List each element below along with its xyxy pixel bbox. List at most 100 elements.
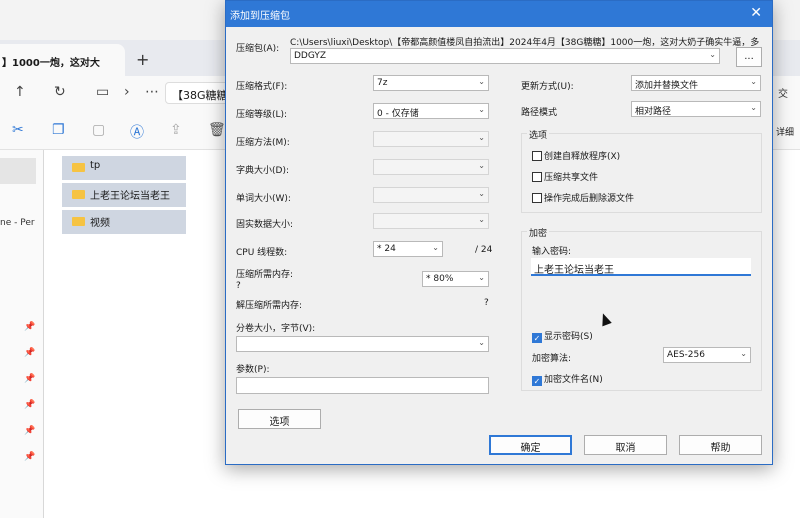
path-mode-label: 路径模式 — [521, 108, 558, 118]
chevron-down-icon: ⌄ — [750, 77, 757, 86]
chevron-right-icon[interactable]: › — [124, 84, 130, 100]
word-size-label: 单词大小(W): — [236, 194, 291, 204]
dialog-title: 添加到压缩包 — [230, 11, 290, 22]
chevron-down-icon: ⌄ — [478, 133, 485, 142]
delete-icon[interactable]: 🗑 — [208, 122, 226, 138]
up-arrow-icon[interactable]: ↑ — [14, 84, 26, 100]
nav-item-onedrive[interactable]: ne - Per — [0, 218, 35, 228]
browse-label: ... — [744, 51, 754, 62]
dictionary-select[interactable]: ⌄ — [373, 159, 489, 175]
split-size-combobox[interactable]: ⌄ — [236, 336, 489, 352]
delete-after-checkbox[interactable]: 操作完成后删除源文件 — [532, 191, 634, 204]
folder-icon — [72, 190, 85, 199]
pin-icon: 📌 — [24, 322, 36, 332]
format-label: 压缩格式(F): — [236, 82, 288, 92]
tab-title: 】1000一炮，这对大 — [2, 58, 100, 69]
cpu-total-text: / 24 — [475, 245, 493, 255]
chevron-down-icon: ⌄ — [478, 338, 485, 347]
sfx-label: 创建自释放程序(X) — [544, 152, 621, 162]
list-item[interactable]: 上老王论坛当老王 — [62, 183, 186, 207]
parameters-label: 参数(P): — [236, 365, 270, 375]
pin-icon: 📌 — [24, 400, 36, 410]
method-select[interactable]: ⌄ — [373, 131, 489, 147]
list-item[interactable]: tp — [62, 156, 186, 180]
password-value: 上老王论坛当老王 — [534, 265, 614, 276]
archive-path-text: C:\Users\liuxi\Desktop\【帝都高颜值楼凤自拍流出】2024… — [290, 38, 760, 48]
options-button[interactable]: 选项 — [238, 409, 321, 429]
monitor-icon[interactable]: ▭ — [96, 84, 109, 100]
add-to-archive-dialog: 添加到压缩包 ✕ 压缩包(A): C:\Users\liuxi\Desktop\… — [225, 0, 773, 465]
cut-icon[interactable]: ✂ — [12, 122, 24, 138]
pin-icon: 📌 — [24, 374, 36, 384]
dialog-titlebar: 添加到压缩包 ✕ — [226, 1, 772, 27]
help-button[interactable]: 帮助 — [679, 435, 762, 455]
file-name: tp — [90, 160, 101, 171]
chevron-down-icon: ⌄ — [478, 161, 485, 170]
delete-after-label: 操作完成后删除源文件 — [544, 194, 635, 204]
encryption-method-label: 加密算法: — [532, 354, 572, 364]
memory-usage-select[interactable]: * 80% ⌄ — [422, 271, 489, 287]
chevron-down-icon: ⌄ — [478, 215, 485, 224]
close-icon[interactable]: ✕ — [750, 5, 762, 21]
cancel-button[interactable]: 取消 — [584, 435, 667, 455]
path-mode-select[interactable]: 相对路径 ⌄ — [631, 101, 761, 117]
archive-label: 压缩包(A): — [236, 44, 280, 54]
encryption-group-title: 加密 — [527, 226, 550, 239]
ok-label: 确定 — [520, 443, 541, 454]
paste-icon[interactable]: ▢ — [92, 122, 105, 138]
list-item[interactable]: 视频 — [62, 210, 186, 234]
archive-name-combobox[interactable]: DDGYZ ⌄ — [290, 48, 720, 64]
password-input[interactable]: 上老王论坛当老王 — [531, 258, 751, 276]
method-label: 压缩方法(M): — [236, 138, 290, 148]
encryption-method-select[interactable]: AES-256 ⌄ — [663, 347, 751, 363]
nav-selected-item[interactable] — [0, 158, 36, 184]
chevron-down-icon: ⌄ — [740, 349, 747, 358]
more-icon[interactable]: ⋯ — [145, 84, 159, 100]
options-button-label: 选项 — [269, 417, 290, 428]
ok-button[interactable]: 确定 — [489, 435, 572, 455]
chevron-down-icon: ⌄ — [478, 189, 485, 198]
solid-size-select[interactable]: ⌄ — [373, 213, 489, 229]
level-select[interactable]: 0 - 仅存储 ⌄ — [373, 103, 489, 119]
chevron-down-icon: ⌄ — [432, 243, 439, 252]
word-size-select[interactable]: ⌄ — [373, 187, 489, 203]
update-mode-value: 添加并替换文件 — [635, 81, 699, 91]
explorer-tab[interactable]: 】1000一炮，这对大 — [0, 44, 125, 76]
chevron-down-icon: ⌄ — [478, 273, 485, 282]
refresh-icon[interactable]: ↻ — [54, 84, 66, 100]
help-label: 帮助 — [710, 443, 731, 454]
file-name: 上老王论坛当老王 — [90, 191, 170, 202]
shared-files-label: 压缩共享文件 — [544, 173, 599, 183]
search-partial-text: 交 — [778, 89, 788, 100]
encrypt-names-checkbox[interactable]: ✓ 加密文件名(N) — [532, 372, 603, 386]
sfx-checkbox[interactable]: 创建自释放程序(X) — [532, 149, 620, 162]
cancel-label: 取消 — [615, 443, 636, 454]
checkbox-icon — [532, 172, 542, 182]
pin-icon: 📌 — [24, 348, 36, 358]
split-size-label: 分卷大小，字节(V): — [236, 324, 316, 334]
memory-label: 压缩所需内存: — [236, 270, 294, 280]
show-password-checkbox[interactable]: ✓ 显示密码(S) — [532, 329, 593, 343]
address-text: 【38G糖糖 — [172, 89, 228, 102]
chevron-down-icon: ⌄ — [478, 105, 485, 114]
cpu-threads-label: CPU 线程数: — [236, 248, 288, 258]
decompress-memory-label: 解压缩所需内存: — [236, 301, 303, 311]
shared-files-checkbox[interactable]: 压缩共享文件 — [532, 170, 598, 183]
rename-icon[interactable]: Ⓐ — [130, 122, 144, 142]
folder-icon — [72, 217, 85, 226]
options-group-title: 选项 — [527, 128, 550, 141]
chevron-down-icon: ⌄ — [750, 103, 757, 112]
format-value: 7z — [377, 78, 388, 88]
format-select[interactable]: 7z ⌄ — [373, 75, 489, 91]
decompress-memory-value: ? — [484, 298, 489, 308]
cpu-threads-select[interactable]: * 24 ⌄ — [373, 241, 443, 257]
update-mode-select[interactable]: 添加并替换文件 ⌄ — [631, 75, 761, 91]
copy-icon[interactable]: ❐ — [52, 122, 65, 138]
archive-name-value: DDGYZ — [294, 51, 327, 61]
browse-button[interactable]: ... — [736, 47, 762, 67]
parameters-input[interactable] — [236, 377, 489, 394]
details-text[interactable]: 详细 — [776, 125, 794, 138]
share-icon[interactable]: ⇪ — [170, 122, 182, 138]
show-password-label: 显示密码(S) — [544, 332, 593, 342]
new-tab-icon[interactable]: + — [136, 50, 149, 69]
